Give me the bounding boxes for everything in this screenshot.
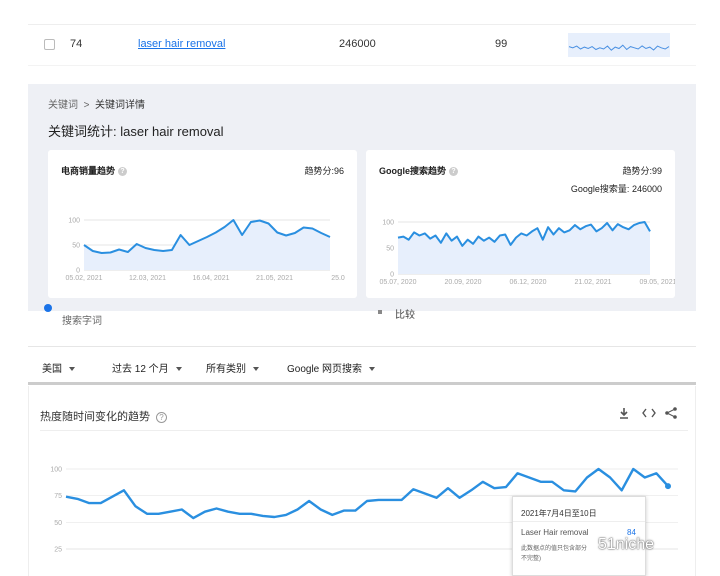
filter-category[interactable]: 所有类别 [206, 360, 259, 375]
breadcrumb-separator: > [83, 100, 90, 111]
x-tick-label: 05.07, 2020 [380, 279, 417, 286]
help-icon[interactable]: ? [118, 167, 128, 177]
row-checkbox[interactable] [44, 39, 55, 50]
ecommerce-card-title: 电商销量趋势? [61, 164, 128, 177]
filter-search-type[interactable]: Google 网页搜索 [287, 360, 376, 375]
help-icon[interactable]: ? [156, 411, 167, 423]
tooltip-divider [513, 521, 645, 522]
chevron-down-icon [369, 367, 376, 372]
x-tick-label: 25.0 [331, 275, 345, 282]
y-tick-label: 75 [54, 493, 62, 500]
filter-time[interactable]: 过去 12 个月 [112, 360, 182, 375]
page-title: 关键词统计: laser hair removal [48, 124, 224, 139]
y-tick-label: 50 [72, 243, 80, 250]
score-label: 趋势分: [304, 166, 334, 176]
volume-label: Google搜索量: [570, 184, 630, 194]
tooltip-date: 2021年7月4日至10日 [521, 509, 597, 518]
score-value: 96 [333, 166, 344, 176]
y-tick-label: 0 [390, 272, 394, 279]
chevron-down-icon [253, 367, 259, 372]
compare-strip [28, 311, 696, 347]
help-icon[interactable]: ? [449, 167, 458, 177]
interest-title: 热度随时间变化的趋势? [40, 408, 167, 424]
breadcrumb-root[interactable]: 关键词 [48, 100, 78, 111]
x-tick-label: 05.02, 2021 [66, 275, 103, 282]
y-tick-label: 100 [50, 467, 62, 474]
google-trend-card: Google搜索趋势? 趋势分:99 Google搜索量: 246000 0 50… [366, 150, 675, 298]
ecommerce-trend-card: 电商销量趋势? 趋势分:96 0 50 100 05.02, 2021 12.03, 2… [48, 150, 357, 298]
compare-plus-icon[interactable] [378, 310, 382, 314]
x-tick-label: 16.04, 2021 [193, 275, 230, 282]
breadcrumb: 关键词 > 关键词详情 [48, 96, 145, 111]
google-score: 趋势分:99 [622, 164, 662, 177]
keyword-row[interactable]: 74 laser hair removal 246000 99 [28, 24, 696, 66]
ecommerce-chart: 0 50 100 05.02, 2021 12.03, 2021 16.04, 2021 2… [66, 218, 345, 283]
y-tick-label: 0 [76, 268, 80, 275]
data-point [665, 483, 671, 490]
tooltip-note: 此数据点的值只包含部分 [521, 546, 588, 552]
term-color-dot [44, 304, 52, 312]
x-tick-label: 12.03, 2021 [129, 275, 166, 282]
chevron-down-icon [175, 367, 182, 372]
row-index: 74 [70, 38, 83, 50]
share-icon[interactable] [665, 407, 677, 419]
google-volume: Google搜索量: 246000 [571, 182, 662, 195]
keyword-stats-panel: 关键词 > 关键词详情 关键词统计: laser hair removal 电商… [28, 84, 696, 311]
filter-region[interactable]: 美国 [42, 360, 75, 375]
x-tick-label: 21.02, 2021 [575, 279, 612, 286]
volume-value: 246000 [631, 184, 662, 194]
y-tick-label: 25 [54, 547, 62, 554]
keyword-link[interactable]: laser hair removal [138, 38, 225, 50]
download-icon[interactable] [619, 407, 629, 419]
y-tick-label: 50 [386, 246, 394, 253]
breadcrumb-current: 关键词详情 [94, 100, 145, 111]
tooltip-note-2: 不完整) [521, 556, 541, 562]
sparkline [568, 33, 670, 57]
search-volume: 246000 [339, 38, 376, 50]
watermark: 51niche [598, 536, 655, 553]
x-tick-label: 21.05, 2021 [256, 275, 293, 282]
google-chart: 0 50 100 05.07, 2020 20.09, 2020 06.12, 2020 2… [380, 220, 675, 287]
score-label: 趋势分: [622, 166, 652, 176]
sparkline-bg [568, 33, 670, 57]
y-tick-label: 50 [54, 520, 62, 527]
chevron-down-icon [69, 367, 75, 372]
embed-icon[interactable] [642, 407, 656, 419]
ecommerce-score: 趋势分:96 [304, 164, 344, 177]
y-tick-label: 100 [68, 218, 80, 225]
score-value: 99 [651, 166, 662, 176]
x-tick-label: 09.05, 2021 [640, 279, 675, 286]
y-tick-label: 100 [382, 220, 394, 227]
compare-label[interactable]: 比较 [395, 306, 415, 321]
x-tick-label: 06.12, 2020 [510, 279, 547, 286]
x-tick-label: 20.09, 2020 [445, 279, 482, 286]
trend-score: 99 [495, 38, 508, 50]
section-divider [28, 382, 696, 385]
google-card-title: Google搜索趋势? [379, 164, 458, 177]
card-header-divider [40, 430, 688, 431]
search-term-label[interactable]: 搜索字词 [62, 312, 102, 327]
tooltip-term: Laser Hair removal [521, 528, 589, 537]
